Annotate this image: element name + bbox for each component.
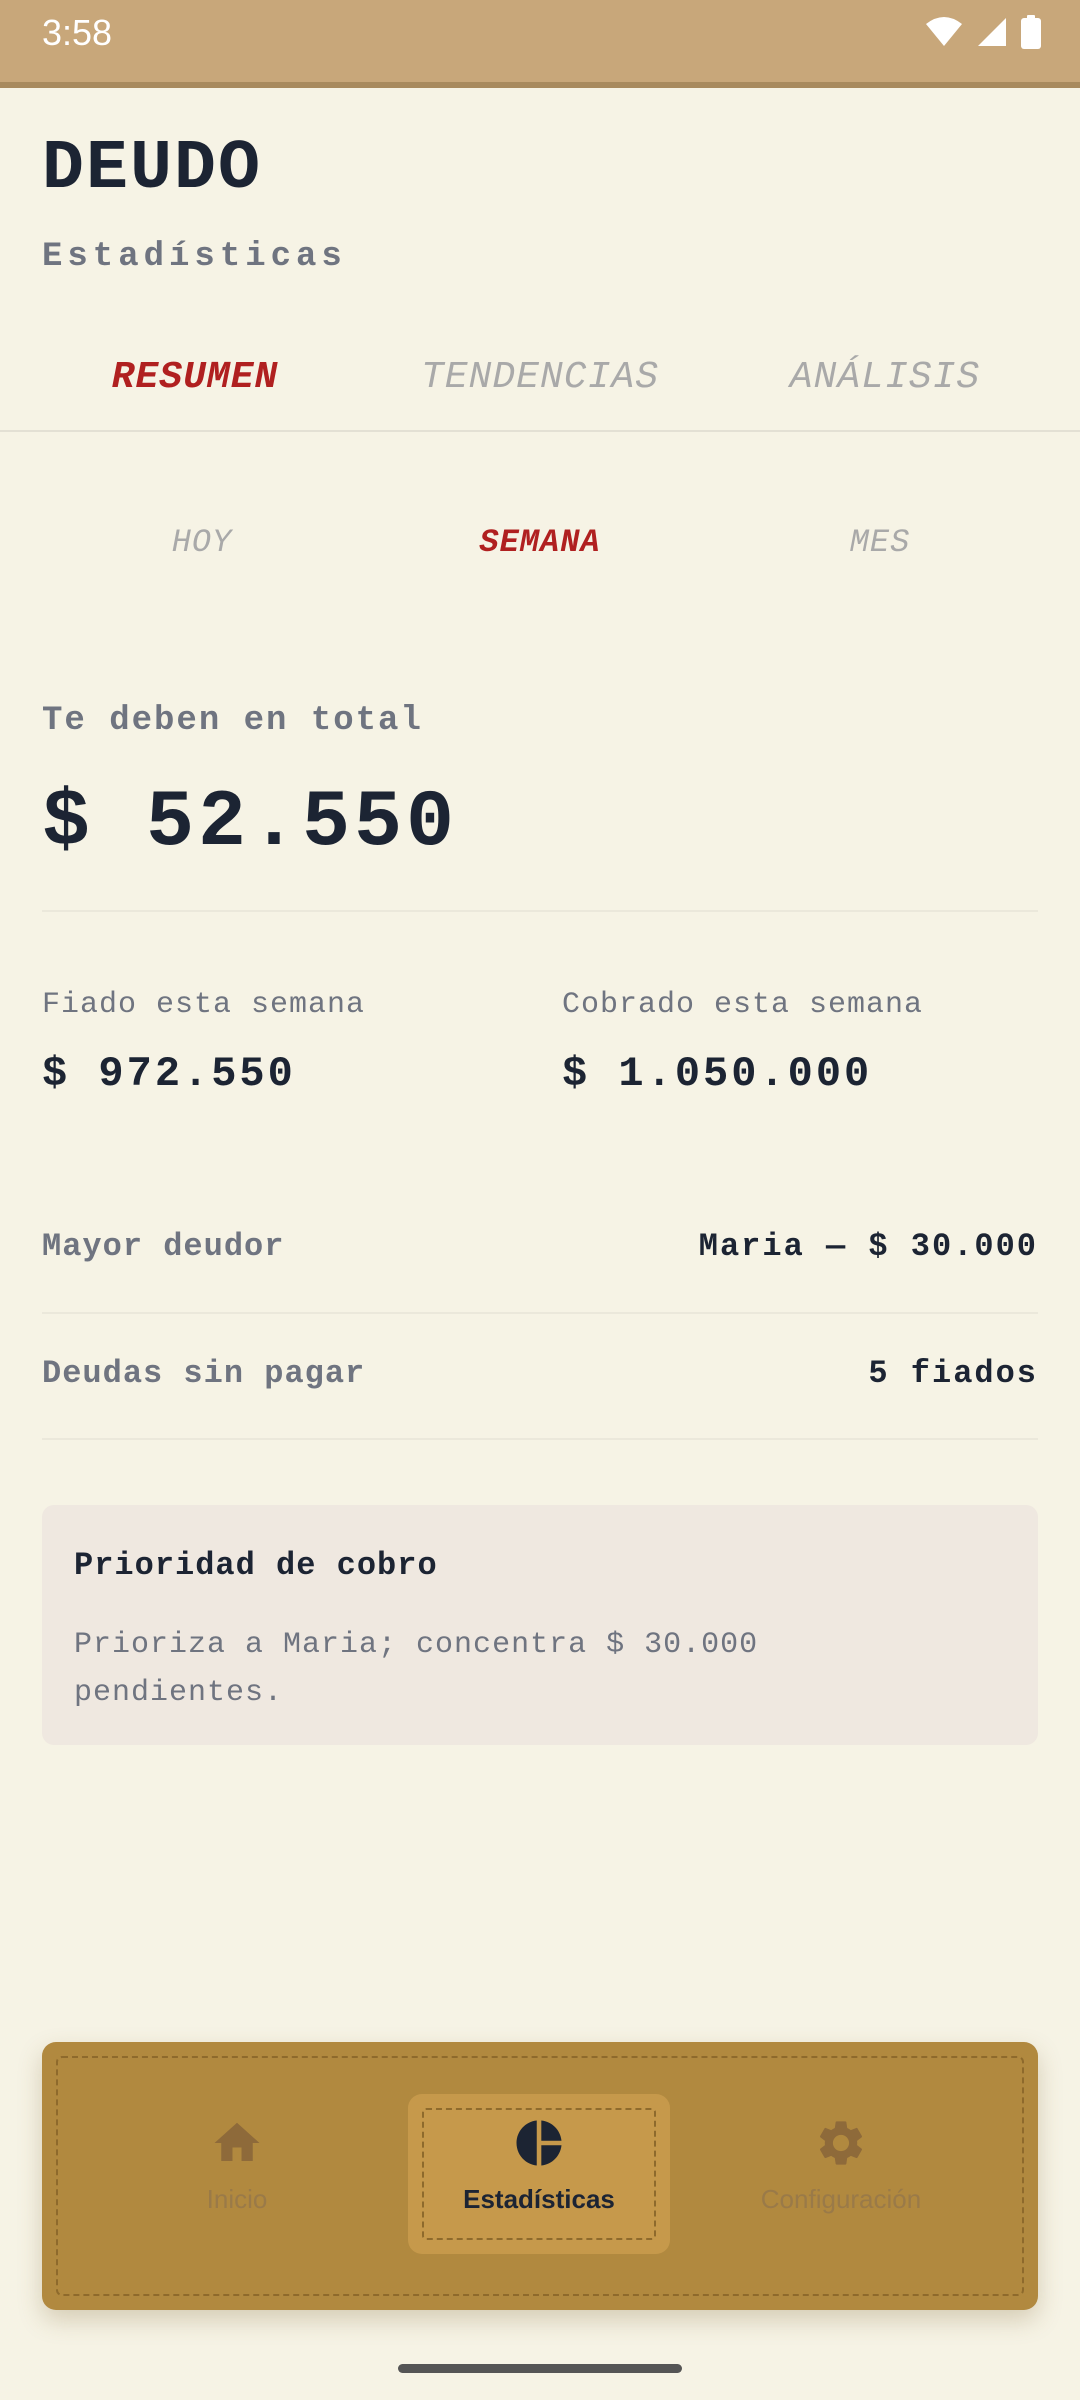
tab-resumen[interactable]: RESUMEN	[15, 356, 375, 399]
status-bar: 3:58	[0, 0, 1080, 88]
top-tab-bar: RESUMEN TENDENCIAS ANÁLISIS	[0, 336, 1080, 432]
mayor-deudor-value: Maria — $ 30.000	[698, 1228, 1038, 1265]
deudas-sin-pagar-value: 5 fiados	[868, 1355, 1038, 1392]
gear-icon	[819, 2121, 863, 2165]
priority-card: Prioridad de cobro Prioriza a Maria; con…	[42, 1505, 1038, 1745]
period-tab-semana[interactable]: SEMANA	[370, 524, 710, 561]
app-title: DEUDO	[42, 130, 263, 209]
period-tab-hoy[interactable]: HOY	[32, 524, 372, 561]
nav-item-inicio[interactable]: Inicio	[106, 2094, 368, 2254]
tab-tendencias[interactable]: TENDENCIAS	[360, 356, 720, 399]
battery-icon	[1020, 15, 1042, 49]
nav-item-estadisticas[interactable]: Estadísticas	[408, 2094, 670, 2254]
status-time: 3:58	[42, 12, 113, 53]
tab-analisis[interactable]: ANÁLISIS	[705, 356, 1065, 399]
fiado-label: Fiado esta semana	[42, 988, 366, 1022]
nav-item-configuracion[interactable]: Configuración	[710, 2094, 972, 2254]
wifi-icon	[924, 16, 964, 48]
priority-text: Prioriza a Maria; concentra $ 30.000 pen…	[74, 1628, 759, 1710]
nav-label-inicio: Inicio	[206, 2184, 268, 2214]
mayor-deudor-label: Mayor deudor	[42, 1228, 285, 1265]
priority-title: Prioridad de cobro	[74, 1547, 438, 1584]
divider	[42, 910, 1038, 912]
total-value: $ 52.550	[42, 778, 459, 869]
nav-active-border	[422, 2108, 656, 2240]
signal-icon	[976, 16, 1008, 48]
bottom-nav: Inicio Estadísticas Configuración	[42, 2042, 1038, 2310]
divider	[42, 1312, 1038, 1314]
page-subtitle: Estadísticas	[42, 238, 347, 276]
period-tab-mes[interactable]: MES	[710, 524, 1050, 561]
home-indicator[interactable]	[398, 2364, 682, 2373]
divider	[42, 1438, 1038, 1440]
status-icons	[924, 14, 1042, 50]
nav-label-configuracion: Configuración	[760, 2184, 922, 2214]
total-label: Te deben en total	[42, 702, 423, 740]
cobrado-label: Cobrado esta semana	[562, 988, 924, 1022]
fiado-value: $ 972.550	[42, 1050, 296, 1098]
cobrado-value: $ 1.050.000	[562, 1050, 873, 1098]
deudas-sin-pagar-label: Deudas sin pagar	[42, 1355, 366, 1392]
home-icon	[214, 2122, 260, 2161]
